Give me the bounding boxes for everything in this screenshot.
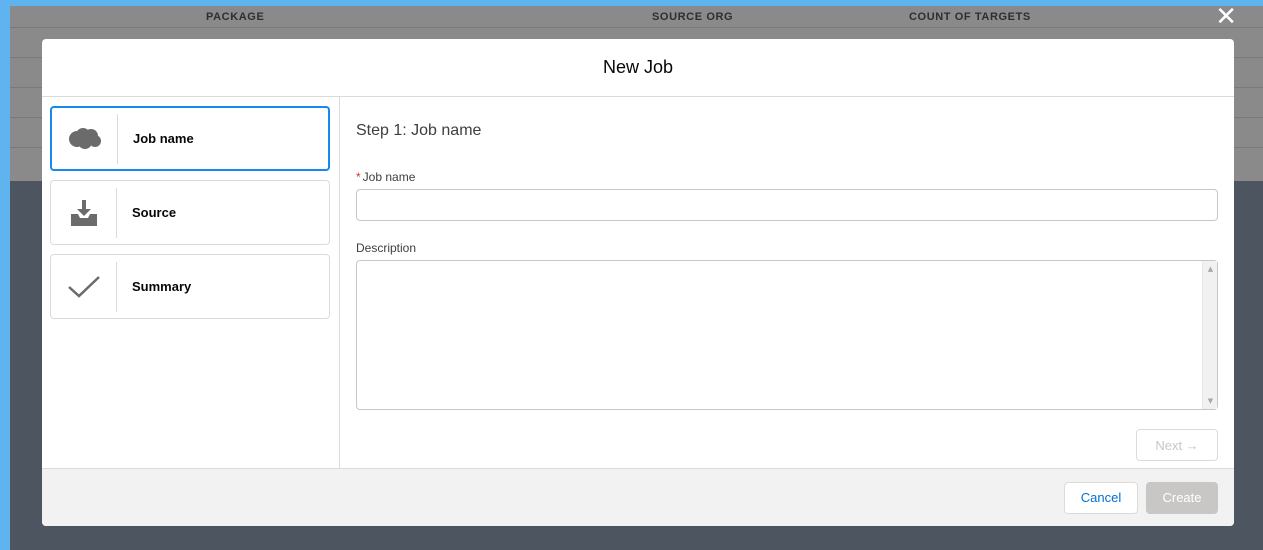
step-job-name[interactable]: Job name xyxy=(50,106,330,171)
column-header-package: PACKAGE xyxy=(206,11,265,23)
column-header-count-of-targets: COUNT OF TARGETS xyxy=(909,11,1031,23)
scroll-up-icon[interactable]: ▲ xyxy=(1203,265,1218,273)
step-summary[interactable]: Summary xyxy=(50,254,330,319)
step-content: Step 1: Job name * Job name Description ▲… xyxy=(340,97,1234,468)
job-name-input[interactable] xyxy=(356,189,1218,221)
check-icon xyxy=(51,261,117,312)
step-label: Source xyxy=(132,205,177,220)
background-table-header: PACKAGE SOURCE ORG COUNT OF TARGETS xyxy=(10,6,1263,28)
modal-body: Job name Source Summary Step 1: Job name… xyxy=(42,97,1234,468)
modal-title: New Job xyxy=(602,57,674,77)
salesforce-cloud-icon xyxy=(52,113,118,164)
description-textarea[interactable]: ▲ ▼ xyxy=(356,260,1218,410)
description-label: Description xyxy=(356,241,417,255)
step-label: Job name xyxy=(133,131,194,146)
step-title: Step 1: Job name xyxy=(356,122,482,139)
step-label: Summary xyxy=(132,279,192,294)
job-name-label-text: Job name xyxy=(362,170,416,184)
new-job-modal: New Job Job name Source Summary Step 1: … xyxy=(42,39,1234,526)
step-source[interactable]: Source xyxy=(50,180,330,245)
modal-footer: Cancel Create xyxy=(42,468,1234,526)
column-header-source-org: SOURCE ORG xyxy=(652,11,734,23)
download-icon xyxy=(51,187,117,238)
app-frame: PACKAGE SOURCE ORG COUNT OF TARGETS ✕ Ne… xyxy=(10,6,1263,550)
required-marker: * xyxy=(356,170,361,184)
modal-header: New Job xyxy=(42,39,1234,97)
cancel-button[interactable]: Cancel xyxy=(1064,481,1138,514)
job-name-label: * Job name xyxy=(356,170,1219,184)
create-button[interactable]: Create xyxy=(1146,481,1218,514)
close-icon[interactable]: ✕ xyxy=(1215,6,1237,30)
next-button[interactable]: Next → xyxy=(1136,429,1218,461)
scroll-down-icon[interactable]: ▼ xyxy=(1203,397,1218,405)
textarea-scrollbar[interactable]: ▲ ▼ xyxy=(1202,261,1217,409)
wizard-steps: Job name Source Summary xyxy=(42,97,340,468)
